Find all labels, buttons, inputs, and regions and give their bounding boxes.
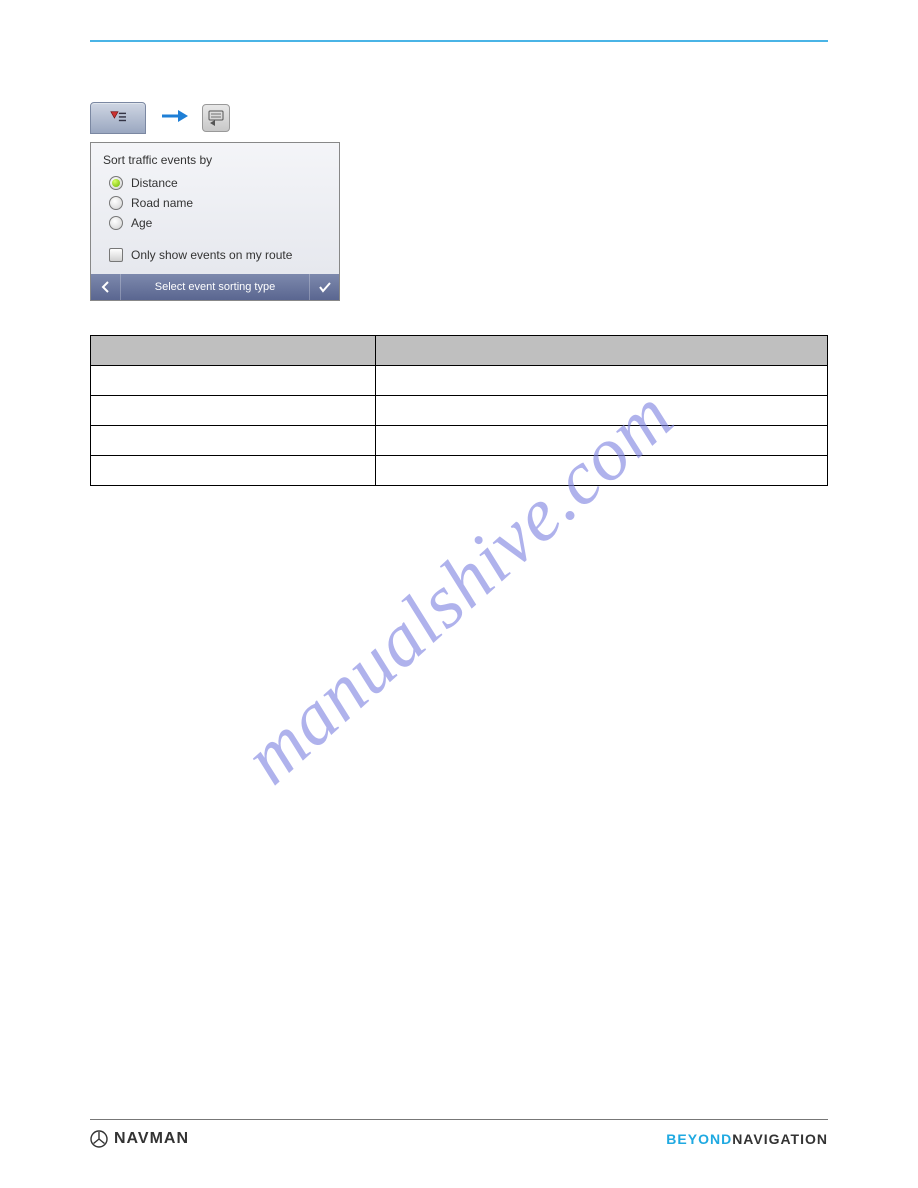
option-label: Distance [131, 176, 178, 190]
traffic-list-icon [107, 110, 129, 126]
header-rule [90, 40, 828, 42]
back-button[interactable] [91, 274, 121, 300]
check-icon [318, 281, 332, 293]
table-header-row [91, 336, 828, 366]
option-age[interactable]: Age [103, 213, 327, 233]
arrow-right-icon [160, 107, 188, 130]
chevron-left-icon [101, 281, 111, 293]
sort-events-panel: Sort traffic events by Distance Road nam… [90, 142, 340, 301]
only-my-route-checkbox[interactable]: Only show events on my route [103, 239, 327, 266]
option-road-name[interactable]: Road name [103, 193, 327, 213]
confirm-button[interactable] [309, 274, 339, 300]
brand-tagline: BEYONDNAVIGATION [666, 1131, 828, 1147]
panel-title: Sort traffic events by [103, 153, 327, 167]
table-header [376, 336, 828, 366]
checkbox-label: Only show events on my route [131, 248, 292, 262]
checkbox-icon [109, 248, 123, 262]
footer-label: Select event sorting type [121, 281, 309, 293]
table-row [91, 366, 828, 396]
settings-tool-button[interactable] [202, 104, 230, 132]
radio-icon [109, 196, 123, 210]
table-row [91, 426, 828, 456]
option-label: Age [131, 216, 152, 230]
traffic-list-tab[interactable] [90, 102, 146, 134]
table-header [91, 336, 376, 366]
radio-icon [109, 176, 123, 190]
table-row [91, 396, 828, 426]
navman-logo-icon [90, 1130, 108, 1148]
option-distance[interactable]: Distance [103, 173, 327, 193]
radio-icon [109, 216, 123, 230]
logo-text: NAVMAN [114, 1130, 189, 1148]
navman-logo: NAVMAN [90, 1130, 189, 1148]
keyboard-settings-icon [207, 109, 225, 127]
page-footer: NAVMAN BEYONDNAVIGATION [90, 1119, 828, 1148]
breadcrumb-icons [90, 102, 828, 134]
info-table [90, 335, 828, 486]
panel-footer: Select event sorting type [91, 274, 339, 300]
option-label: Road name [131, 196, 193, 210]
table-row [91, 456, 828, 486]
